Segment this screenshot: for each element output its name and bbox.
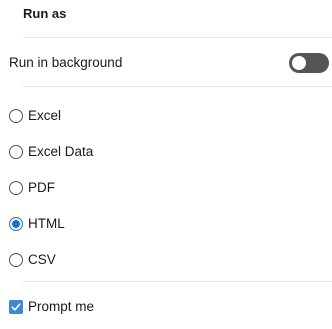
- prompt-me-label: Prompt me: [28, 299, 95, 314]
- toggle-knob: [292, 56, 306, 70]
- radio-button[interactable]: [9, 253, 23, 267]
- radio-button[interactable]: [9, 181, 23, 195]
- divider: [23, 86, 332, 87]
- divider: [23, 281, 332, 282]
- run-in-background-toggle[interactable]: [289, 53, 329, 73]
- format-option-label: Excel Data: [28, 144, 94, 159]
- run-as-panel: Run as Run in background Excel Excel Dat…: [0, 0, 332, 329]
- format-option-label: HTML: [28, 216, 65, 231]
- radio-button-selected[interactable]: [9, 217, 23, 231]
- run-in-background-row: Run in background: [9, 53, 331, 73]
- run-in-background-label: Run in background: [9, 55, 123, 70]
- run-as-title: Run as: [23, 6, 67, 21]
- format-option-excel[interactable]: Excel: [9, 107, 61, 125]
- format-option-label: Excel: [28, 108, 62, 123]
- radio-button[interactable]: [9, 145, 23, 159]
- format-option-label: PDF: [28, 180, 55, 195]
- format-option-html[interactable]: HTML: [9, 215, 65, 233]
- prompt-me-row[interactable]: Prompt me: [9, 298, 94, 316]
- format-option-label: CSV: [28, 252, 56, 267]
- format-option-csv[interactable]: CSV: [9, 251, 56, 269]
- prompt-me-checkbox[interactable]: [9, 300, 23, 314]
- radio-button[interactable]: [9, 109, 23, 123]
- format-option-pdf[interactable]: PDF: [9, 179, 55, 197]
- format-option-excel-data[interactable]: Excel Data: [9, 143, 93, 161]
- checkmark-icon: [11, 303, 21, 311]
- divider: [23, 37, 332, 38]
